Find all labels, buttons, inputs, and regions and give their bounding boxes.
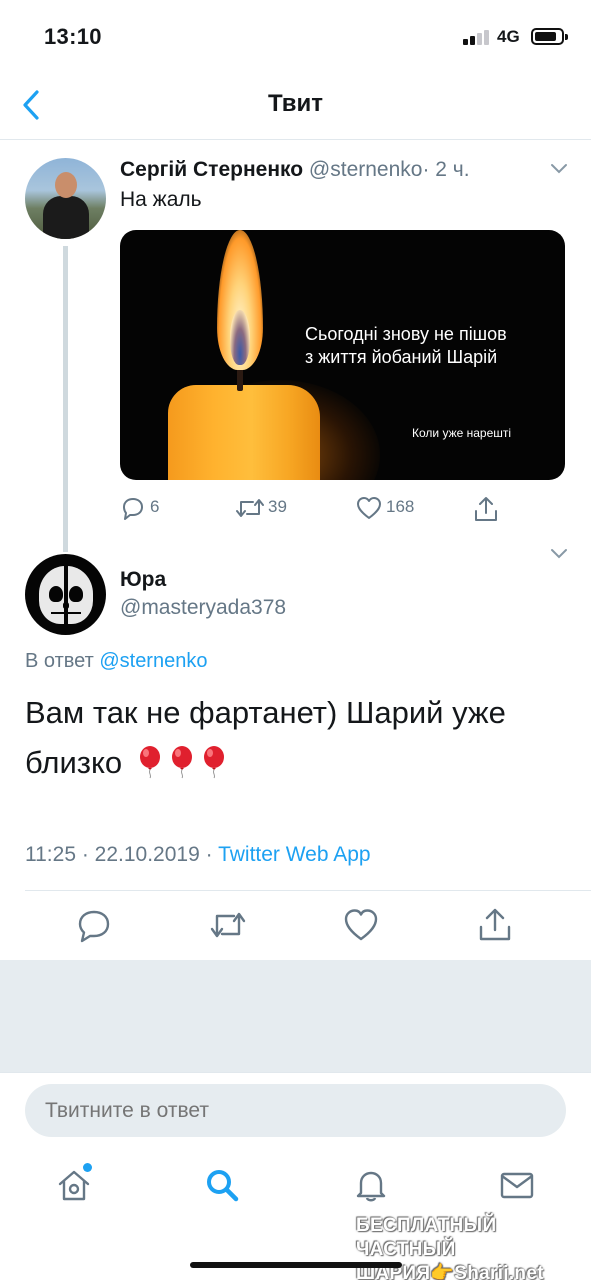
reply-context: В ответ @sternenko [25,650,207,673]
balloon-emoji-icon [171,746,192,779]
tweet-timestamp: 11:25 · 22.10.2019 · [25,843,213,866]
media-caption-line1: Сьогодні знову не пішов [305,324,507,344]
battery-icon [531,28,568,45]
balloon-emoji-icon [139,746,160,779]
media-caption-small: Коли уже нарешті [412,426,512,440]
main-tweet-actions [0,905,591,950]
main-tweet-text: Вам так не фартанет) Шарий уже близко [25,688,570,788]
reply-icon[interactable] [74,905,114,945]
balloon-emoji-icon [203,746,224,779]
tweet-source-app[interactable]: Twitter Web App [218,843,371,866]
tweet-meta: 11:25 · 22.10.2019 · Twitter Web App [25,843,371,867]
avatar-sternenko[interactable] [25,158,106,239]
share-icon[interactable] [475,905,515,945]
reply-input[interactable] [25,1084,566,1137]
share-button[interactable] [472,493,502,523]
reply-count: 6 [150,497,160,516]
media-caption-line2: з життя йобаний Шарій [305,347,498,367]
retweet-icon [236,499,264,517]
reply-prefix: В ответ [25,650,94,672]
like-count: 168 [386,497,415,516]
signal-icon [463,29,491,45]
watermark: БЕСПЛАТНЫЙ ЧАСТНЫЙ ШАРИЯ👉Sharij.net [356,1214,581,1280]
share-icon [475,497,497,521]
empty-replies-area [0,960,591,1072]
parent-author-name[interactable]: Сергій Стерненко [120,158,303,181]
like-button[interactable]: 168 [355,493,425,523]
main-author-name[interactable]: Юра [120,568,166,592]
parent-time: · 2 ч. [422,158,470,181]
divider [25,890,591,891]
watermark-line1: БЕСПЛАТНЫЙ ЧАСТНЫЙ [356,1215,497,1260]
page-title: Твит [267,90,323,117]
retweet-icon[interactable] [208,905,248,945]
chevron-down-icon[interactable] [550,548,568,560]
main-author-handle[interactable]: @masteryada378 [120,596,286,620]
nav-header: Твит [0,70,591,140]
heart-icon[interactable] [341,905,381,945]
parent-tweet-text: На жаль [120,188,202,211]
parent-tweet-actions: 6 39 168 [0,493,591,523]
chevron-down-icon[interactable] [550,163,568,175]
reply-button[interactable]: 6 [120,493,180,523]
status-bar: 13:10 4G [0,0,591,70]
reply-bar [0,1072,591,1150]
search-icon[interactable] [202,1165,242,1205]
status-time: 13:10 [44,24,102,49]
avatar-masteryada[interactable] [25,554,106,635]
main-tweet-body: Вам так не фартанет) Шарий уже близко [25,695,506,780]
home-indicator[interactable] [190,1262,402,1268]
heart-icon [357,497,381,519]
reply-to-link[interactable]: @sternenko [99,650,207,672]
tweet-media-image[interactable]: Сьогодні знову не пішов з життя йобаний … [120,230,565,480]
bell-icon[interactable] [351,1165,391,1205]
notification-dot [83,1163,92,1172]
parent-author-handle[interactable]: @sternenko [309,158,423,181]
parent-author-line: Сергій Стерненко @sternenko· 2 ч. [120,158,470,182]
mail-icon[interactable] [497,1165,537,1205]
retweet-button[interactable]: 39 [235,493,305,523]
network-label: 4G [497,27,520,46]
retweet-count: 39 [268,497,287,516]
reply-icon [123,498,143,520]
